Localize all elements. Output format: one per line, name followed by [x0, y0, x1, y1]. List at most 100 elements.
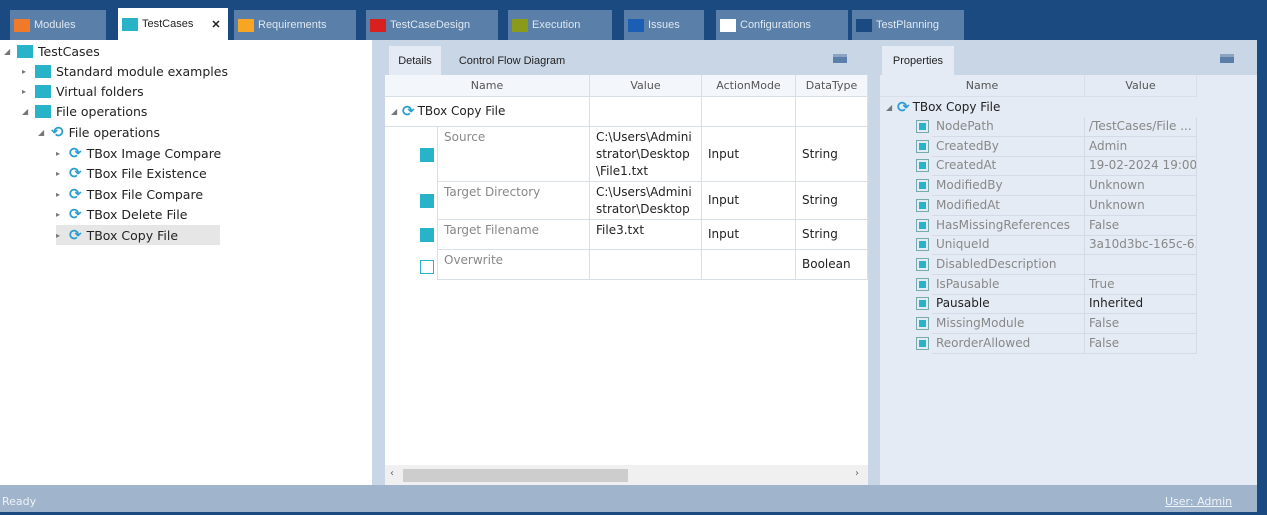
property-row[interactable]: DisabledDescription [880, 254, 1200, 275]
parameter-value[interactable]: C:\Users\Administrator\Desktop [590, 182, 702, 220]
print-icon[interactable] [1220, 54, 1234, 63]
expand-icon[interactable]: ▸ [22, 87, 30, 96]
parameter-checkbox[interactable] [420, 228, 434, 242]
testcase-icon: ⟳ [69, 225, 82, 244]
property-row[interactable]: CreatedBy Admin [880, 136, 1200, 157]
status-bar: Ready User: Admin [0, 485, 1257, 512]
tree-node-testcases[interactable]: ◢ TestCases [4, 41, 100, 61]
splitter[interactable] [372, 40, 385, 485]
parameter-actionmode[interactable] [702, 250, 796, 280]
tree-node-testcase[interactable]: ▸ ⟳ TBox Delete File [56, 205, 187, 225]
scrollbar-thumb[interactable] [403, 469, 628, 482]
property-row[interactable]: HasMissingReferences False [880, 215, 1200, 236]
tab-testcases[interactable]: TestCases ✕ [118, 8, 228, 40]
user-link[interactable]: User: Admin [1165, 495, 1232, 508]
tab-modules[interactable]: Modules [10, 10, 106, 40]
splitter[interactable] [868, 40, 880, 485]
tree-node-testcase[interactable]: ▸ ⟳ TBox File Existence [56, 164, 207, 184]
property-row[interactable]: Pausable Inherited [880, 294, 1200, 315]
property-row[interactable]: IsPausable True [880, 274, 1200, 295]
property-row[interactable]: NodePath/TestCases/File ... [880, 117, 1200, 137]
tab-requirements[interactable]: Requirements [234, 10, 356, 40]
collapse-icon[interactable]: ◢ [22, 107, 30, 116]
property-name: HasMissingReferences [932, 215, 1085, 236]
property-row[interactable]: ReorderAllowed False [880, 333, 1200, 354]
parameter-checkbox[interactable] [420, 260, 434, 274]
column-header-value[interactable]: Value [590, 75, 702, 97]
tree-node-testcase[interactable]: ▸ ⟳ TBox Image Compare [56, 143, 221, 163]
property-root-row[interactable]: ◢ ⟳ TBox Copy File [886, 97, 1000, 117]
property-icon [916, 120, 929, 133]
tree-node[interactable]: ▸ Virtual folders [22, 81, 144, 101]
tab-label: TestCases [142, 18, 194, 30]
property-name: NodePath [932, 117, 1085, 137]
tab-testplanning[interactable]: TestPlanning [852, 10, 964, 40]
folder-icon [512, 18, 528, 32]
parameter-value[interactable]: File3.txt [590, 220, 702, 250]
property-row[interactable]: UniqueId 3a10d3bc-165c-6... [880, 235, 1200, 256]
actionmode-text: Input [708, 227, 740, 241]
expand-icon[interactable]: ▸ [56, 169, 64, 178]
parameter-checkbox[interactable] [420, 147, 434, 162]
window-border [1257, 0, 1267, 515]
parameter-name: Overwrite [437, 250, 590, 280]
parameter-value[interactable]: C:\Users\Administrator\Desktop\File1.txt [590, 127, 702, 182]
column-header-datatype[interactable]: DataType [796, 75, 868, 97]
tab-configurations[interactable]: Configurations [716, 10, 848, 40]
tree-node[interactable]: ▸ Standard module examples [22, 61, 228, 81]
tab-issues[interactable]: Issues [624, 10, 704, 40]
collapse-icon[interactable]: ◢ [4, 47, 12, 56]
property-name: ModifiedAt [932, 195, 1085, 216]
parameter-actionmode[interactable]: Input [702, 127, 796, 182]
tree-node-testcase[interactable]: ▸ ⟳ TBox Copy File [56, 225, 220, 245]
expand-icon[interactable]: ▸ [56, 149, 64, 158]
tab-execution[interactable]: Execution [508, 10, 612, 40]
property-value [1085, 254, 1197, 275]
parameter-name: Target Directory [437, 182, 590, 220]
empty-cell [702, 97, 796, 127]
tab-control-flow-diagram[interactable]: Control Flow Diagram [447, 46, 577, 75]
parameter-actionmode[interactable]: Input [702, 182, 796, 220]
property-row[interactable]: ModifiedAt Unknown [880, 195, 1200, 216]
expand-icon[interactable]: ▸ [22, 67, 30, 76]
tree-node-folder[interactable]: ◢ ⟲ File operations [38, 122, 160, 142]
teststep-root-row[interactable]: ◢ ⟳ TBox Copy File [385, 97, 590, 127]
scroll-left-icon[interactable]: ‹ [390, 468, 394, 479]
expand-icon[interactable]: ▸ [56, 190, 64, 199]
tree-node[interactable]: ◢ File operations [22, 101, 147, 121]
property-value: Inherited [1085, 294, 1197, 315]
expand-icon[interactable]: ▸ [56, 231, 64, 240]
property-row[interactable]: MissingModule False [880, 314, 1200, 334]
parameter-checkbox[interactable] [420, 194, 434, 208]
expand-icon[interactable]: ▸ [56, 210, 64, 219]
column-header-name[interactable]: Name [880, 75, 1085, 97]
property-icon [916, 179, 929, 193]
column-header-actionmode[interactable]: ActionMode [702, 75, 796, 97]
teststep-name: TBox Copy File [417, 104, 506, 118]
property-name: CreatedBy [932, 136, 1085, 157]
parameter-name: Source [437, 127, 590, 182]
property-row[interactable]: ModifiedBy Unknown [880, 176, 1200, 197]
tab-properties[interactable]: Properties [882, 46, 954, 75]
property-name: ReorderAllowed [932, 333, 1085, 354]
property-value: False [1085, 333, 1197, 354]
column-header-value[interactable]: Value [1085, 75, 1197, 97]
property-value: 3a10d3bc-165c-6... [1085, 235, 1197, 256]
property-root-name: TBox Copy File [912, 99, 1001, 114]
parameter-datatype: String [796, 127, 868, 182]
parameter-actionmode[interactable]: Input [702, 220, 796, 250]
horizontal-scrollbar[interactable]: ‹ › [385, 465, 868, 485]
tab-testcasedesign[interactable]: TestCaseDesign [366, 10, 498, 40]
scroll-right-icon[interactable]: › [855, 468, 859, 479]
tree-node-testcase[interactable]: ▸ ⟳ TBox File Compare [56, 184, 203, 204]
properties-panel: Properties Name Value ◢ ⟳ TBox Copy File N… [880, 40, 1257, 485]
print-icon[interactable] [833, 54, 847, 63]
tab-details[interactable]: Details [389, 46, 441, 75]
column-header-name[interactable]: Name [385, 75, 590, 97]
parameter-datatype: String [796, 220, 868, 250]
parameter-value[interactable] [590, 250, 702, 280]
folder-icon [238, 18, 254, 32]
property-row[interactable]: CreatedAt 19-02-2024 19:00... [880, 156, 1200, 177]
close-icon[interactable]: ✕ [211, 18, 220, 31]
tab-label: Configurations [740, 19, 811, 31]
